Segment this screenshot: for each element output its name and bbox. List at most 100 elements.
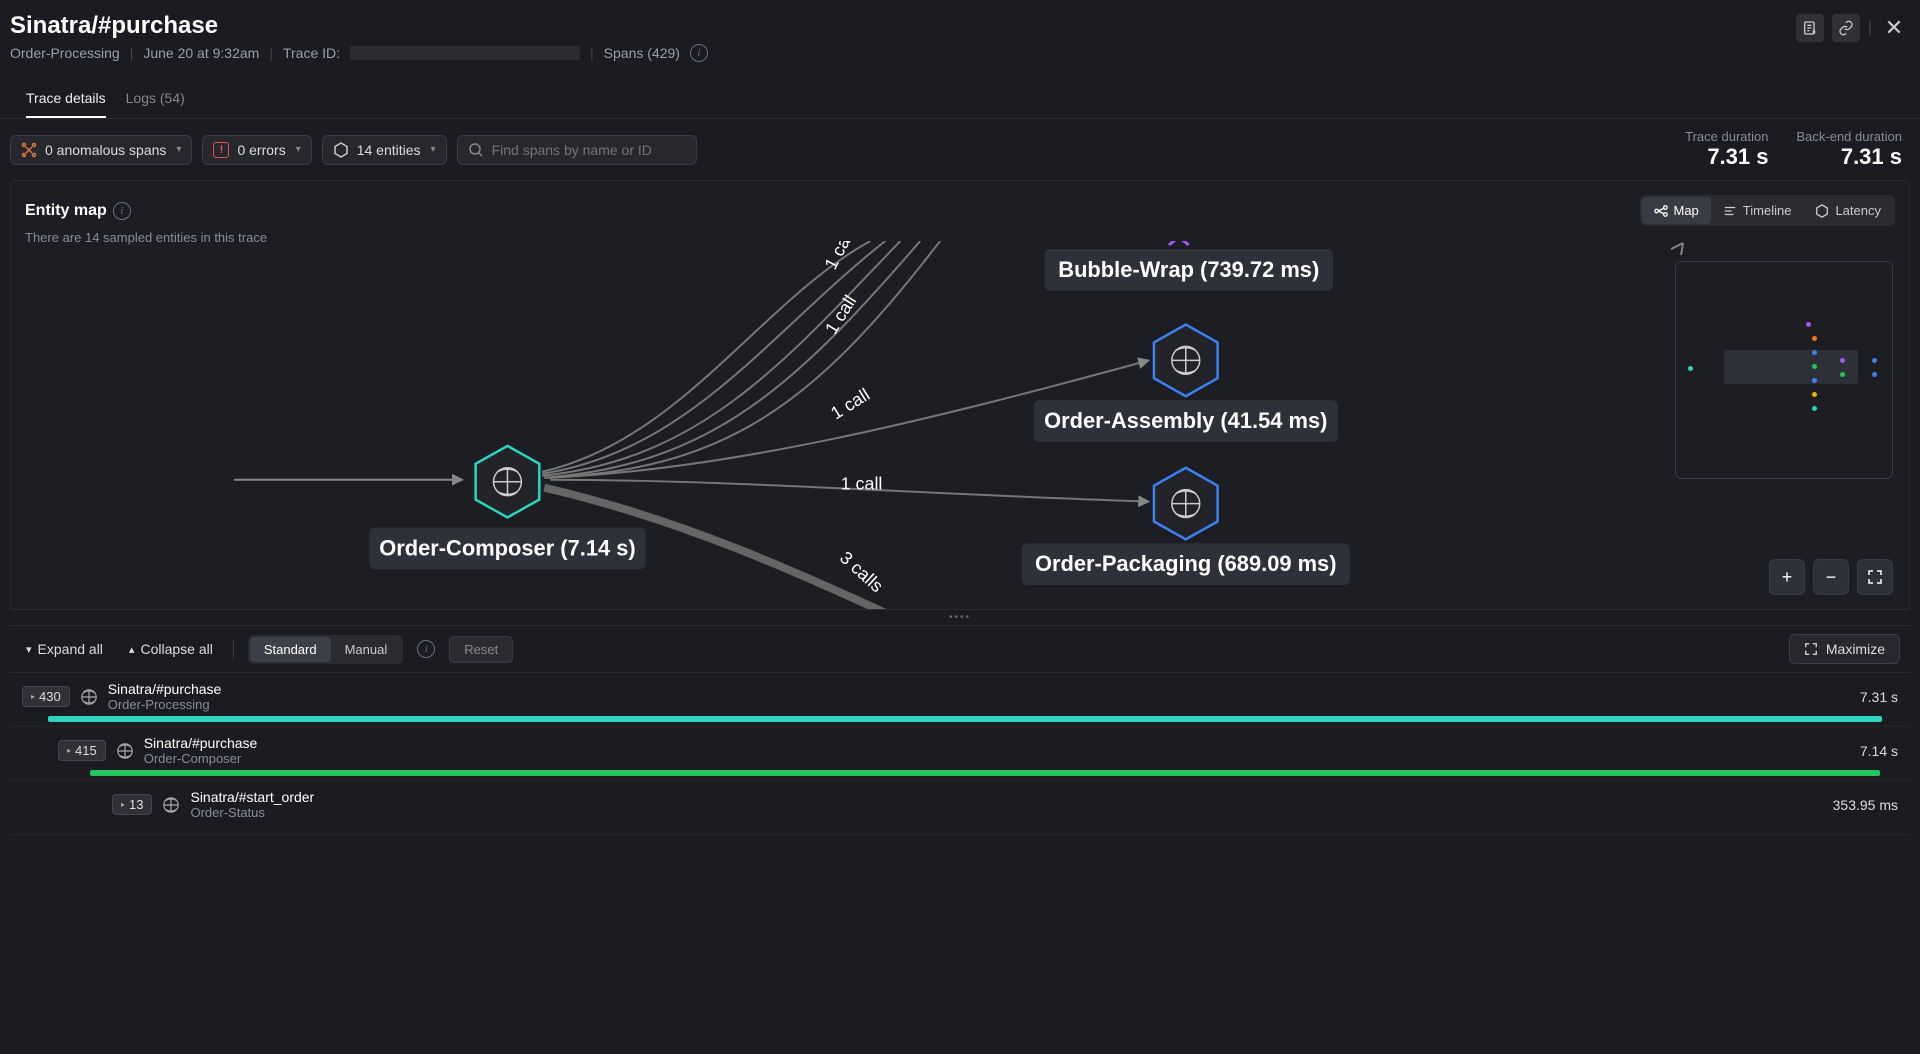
entity-map-title: Entity map bbox=[25, 202, 107, 220]
chevron-right-icon: ▸ bbox=[121, 800, 125, 809]
node-order-packaging[interactable] bbox=[1154, 468, 1218, 540]
node-label-assembly: Order-Assembly (41.54 ms) bbox=[1044, 408, 1327, 433]
fit-icon bbox=[1867, 569, 1883, 585]
minimap-dot bbox=[1688, 366, 1693, 371]
manual-mode-button[interactable]: Manual bbox=[331, 637, 402, 662]
hexagon-icon bbox=[333, 142, 349, 158]
errors-filter[interactable]: ! 0 errors ▾ bbox=[202, 135, 311, 165]
error-icon: ! bbox=[213, 142, 229, 158]
minimap-dot bbox=[1812, 350, 1817, 355]
globe-icon bbox=[80, 688, 98, 706]
notes-icon[interactable] bbox=[1796, 14, 1824, 42]
span-duration: 353.95 ms bbox=[1833, 797, 1898, 813]
view-toggle: Map Timeline Latency bbox=[1640, 195, 1896, 226]
view-mode-segment: Standard Manual bbox=[248, 635, 403, 664]
backend-duration-metric: Back-end duration 7.31 s bbox=[1796, 129, 1902, 170]
trace-timestamp: June 20 at 9:32am bbox=[143, 45, 259, 61]
map-icon bbox=[1654, 204, 1668, 218]
edge-label: 3 calls bbox=[836, 547, 887, 596]
search-icon bbox=[468, 142, 484, 158]
trace-title: Sinatra/#purchase bbox=[10, 12, 1910, 40]
chevron-right-icon: ▸ bbox=[67, 746, 71, 755]
span-bar bbox=[90, 770, 1880, 776]
latency-icon bbox=[1815, 204, 1829, 218]
collapse-all-button[interactable]: ▴ Collapse all bbox=[123, 637, 219, 661]
entity-map-canvas[interactable]: 1 call 1 call Bubble-Wrap (739.72 ms) 1 … bbox=[11, 241, 1909, 609]
minimap-viewport[interactable] bbox=[1724, 350, 1858, 384]
minimap-dot bbox=[1872, 372, 1877, 377]
edge-label: 1 call bbox=[841, 474, 883, 494]
chevron-up-icon: ▴ bbox=[129, 643, 135, 656]
tab-logs[interactable]: Logs (54) bbox=[126, 80, 185, 118]
node-order-composer[interactable] bbox=[476, 446, 540, 518]
zoom-out-button[interactable]: − bbox=[1813, 559, 1849, 595]
node-order-assembly[interactable] bbox=[1154, 325, 1218, 397]
trace-duration-metric: Trace duration 7.31 s bbox=[1685, 129, 1768, 170]
view-latency-button[interactable]: Latency bbox=[1803, 197, 1893, 224]
minimap-dot bbox=[1812, 364, 1817, 369]
globe-icon bbox=[162, 796, 180, 814]
entity-map-section: Entity map i Map Timeline Latency There … bbox=[10, 180, 1910, 610]
zoom-in-button[interactable]: + bbox=[1769, 559, 1805, 595]
chevron-down-icon: ▾ bbox=[176, 144, 181, 155]
globe-icon bbox=[116, 742, 134, 760]
expand-corner-icon[interactable] bbox=[1671, 243, 1683, 255]
maximize-button[interactable]: Maximize bbox=[1789, 634, 1900, 664]
span-service: Order-Status bbox=[190, 805, 314, 820]
span-service: Order-Processing bbox=[108, 697, 222, 712]
minimap-dot bbox=[1840, 372, 1845, 377]
minimap-dot bbox=[1806, 322, 1811, 327]
span-name: Sinatra/#start_order bbox=[190, 789, 314, 805]
chevron-down-icon: ▾ bbox=[296, 144, 301, 155]
info-icon[interactable]: i bbox=[417, 640, 435, 658]
search-input[interactable] bbox=[492, 142, 686, 158]
chevron-down-icon: ▾ bbox=[431, 144, 436, 155]
span-row[interactable]: ▸430Sinatra/#purchaseOrder-Processing7.3… bbox=[10, 673, 1910, 727]
spans-count: Spans (429) bbox=[604, 45, 680, 61]
zoom-fit-button[interactable] bbox=[1857, 559, 1893, 595]
reset-button[interactable]: Reset bbox=[449, 636, 513, 663]
trace-meta: Order-Processing | June 20 at 9:32am | T… bbox=[10, 44, 1910, 62]
view-timeline-button[interactable]: Timeline bbox=[1711, 197, 1804, 224]
view-map-button[interactable]: Map bbox=[1642, 197, 1711, 224]
minimap-dot bbox=[1872, 358, 1877, 363]
entities-filter[interactable]: 14 entities ▾ bbox=[322, 135, 447, 165]
resize-handle[interactable]: •••• bbox=[0, 610, 1920, 625]
span-duration: 7.31 s bbox=[1860, 689, 1898, 705]
span-bar bbox=[48, 716, 1882, 722]
span-name: Sinatra/#purchase bbox=[144, 735, 258, 751]
trace-id-value[interactable] bbox=[350, 46, 580, 60]
node-label-packaging: Order-Packaging (689.09 ms) bbox=[1035, 551, 1337, 576]
span-service: Order-Composer bbox=[144, 751, 258, 766]
span-row[interactable]: ▸13 Sinatra/#start_orderOrder-Status 353.9… bbox=[10, 781, 1910, 835]
tab-trace-details[interactable]: Trace details bbox=[26, 80, 106, 118]
timeline-icon bbox=[1723, 204, 1737, 218]
span-count-badge[interactable]: ▸13 bbox=[112, 794, 152, 815]
info-icon[interactable]: i bbox=[113, 202, 131, 220]
minimap-dot bbox=[1812, 406, 1817, 411]
link-icon[interactable] bbox=[1832, 14, 1860, 42]
info-icon[interactable]: i bbox=[690, 44, 708, 62]
node-bubble-wrap[interactable]: Bubble-Wrap (739.72 ms) bbox=[1058, 257, 1319, 282]
expand-all-button[interactable]: ▾ Expand all bbox=[20, 637, 109, 661]
chevron-right-icon: ▸ bbox=[31, 692, 35, 701]
chevron-down-icon: ▾ bbox=[26, 643, 32, 656]
minimap[interactable] bbox=[1675, 261, 1893, 479]
span-row[interactable]: ▸415 Sinatra/#purchaseOrder-Composer 7.14 … bbox=[10, 727, 1910, 781]
span-duration: 7.14 s bbox=[1860, 743, 1898, 759]
search-input-wrapper[interactable] bbox=[457, 135, 697, 165]
minimap-dot bbox=[1812, 336, 1817, 341]
minimap-dot bbox=[1840, 358, 1845, 363]
anomaly-icon bbox=[21, 142, 37, 158]
standard-mode-button[interactable]: Standard bbox=[250, 637, 331, 662]
edge-label: 1 call bbox=[827, 384, 873, 423]
trace-id-label: Trace ID: bbox=[283, 45, 340, 61]
span-count-badge[interactable]: ▸415 bbox=[58, 740, 106, 761]
close-icon[interactable]: ✕ bbox=[1880, 14, 1908, 42]
maximize-icon bbox=[1804, 642, 1818, 656]
anomalous-spans-filter[interactable]: 0 anomalous spans ▾ bbox=[10, 135, 192, 165]
node-label-composer: Order-Composer (7.14 s) bbox=[379, 535, 635, 560]
span-count-badge[interactable]: ▸430 bbox=[22, 686, 70, 707]
span-list: ▸430 Sinatra/#purchase Order-Processing 7.3… bbox=[10, 672, 1910, 835]
service-name: Order-Processing bbox=[10, 45, 120, 61]
